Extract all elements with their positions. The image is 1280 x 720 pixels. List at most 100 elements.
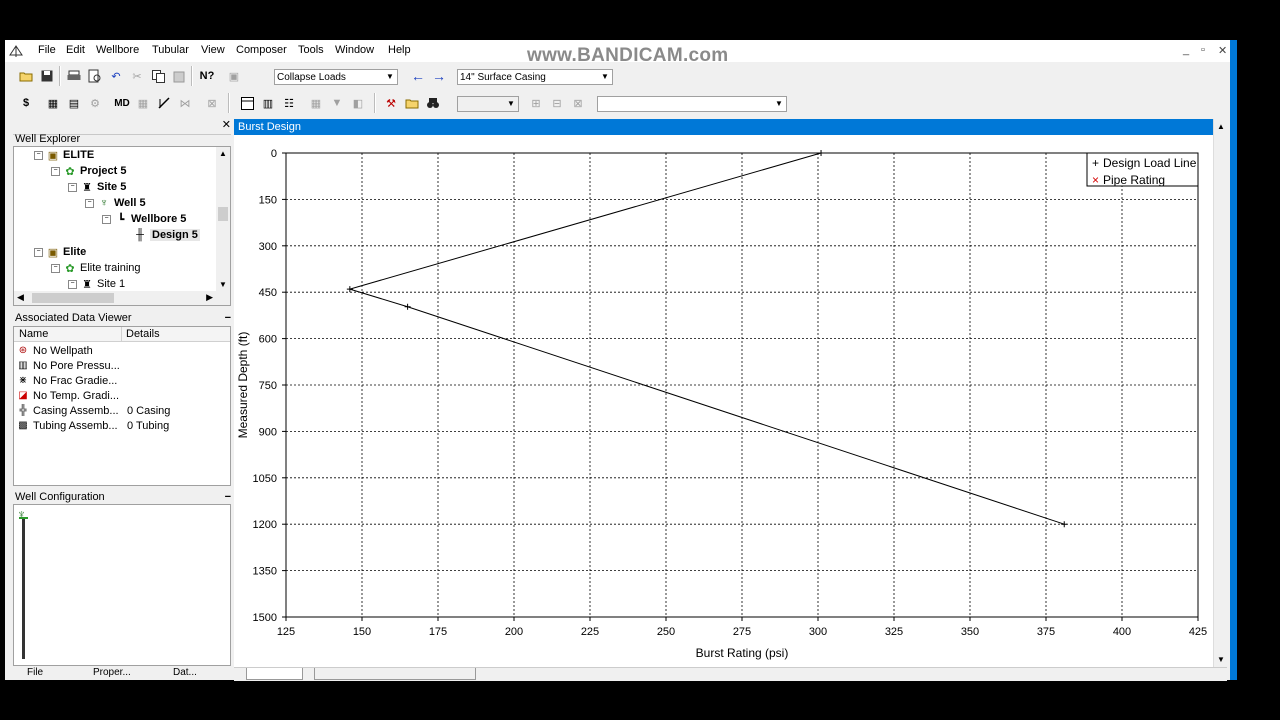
collapse-icon[interactable]: − bbox=[34, 247, 43, 257]
x-tick-label: 175 bbox=[429, 626, 447, 638]
minimize-button[interactable]: _ bbox=[1183, 44, 1189, 56]
paste-icon[interactable] bbox=[169, 66, 189, 86]
scroll-right-icon[interactable]: ▶ bbox=[206, 292, 213, 303]
close-icon[interactable]: ✕ bbox=[222, 118, 231, 131]
list-item[interactable]: ╬ Casing Assemb... 0 Casing bbox=[16, 403, 226, 418]
load-case-combo[interactable]: Collapse Loads ▼ bbox=[274, 69, 398, 85]
dollar-icon[interactable]: $ bbox=[16, 93, 36, 113]
menu-edit[interactable]: Edit bbox=[66, 44, 85, 56]
sheet-tab[interactable] bbox=[314, 668, 476, 680]
horizontal-scrollbar[interactable]: ◀ ▶ bbox=[14, 291, 230, 305]
collapse-icon[interactable]: − bbox=[34, 150, 43, 160]
delete-table-icon[interactable]: ⊠ bbox=[202, 93, 222, 113]
restore-button[interactable]: ▫ bbox=[1201, 44, 1205, 56]
menu-window[interactable]: Window bbox=[335, 44, 374, 56]
tree-item-well[interactable]: − ♆ Well 5 bbox=[85, 195, 146, 211]
tree-item-site-1[interactable]: − ♜ Site 1 bbox=[68, 276, 125, 292]
tool-icon[interactable]: ⚒ bbox=[381, 93, 401, 113]
list-item[interactable]: ▥ No Pore Pressu... bbox=[16, 358, 226, 373]
menu-file[interactable]: File bbox=[38, 44, 56, 56]
zoom-fit-icon[interactable]: ⊟ bbox=[547, 93, 567, 113]
columns-icon[interactable]: ▥ bbox=[258, 93, 278, 113]
menu-composer[interactable]: Composer bbox=[236, 44, 287, 56]
minimize-panel-icon[interactable]: − bbox=[225, 311, 231, 325]
column-details-header[interactable]: Details bbox=[126, 328, 160, 340]
grid-disabled-icon[interactable]: ▦ bbox=[306, 93, 326, 113]
arrow-right-icon[interactable]: → bbox=[429, 66, 449, 86]
tab-file[interactable]: File bbox=[27, 667, 43, 678]
binoculars-icon[interactable] bbox=[423, 93, 443, 113]
column-divider[interactable] bbox=[121, 327, 122, 341]
tree-item-design[interactable]: ╫ Design 5 bbox=[134, 227, 200, 243]
tree-item-elite-company[interactable]: − ▣ Elite bbox=[34, 244, 86, 260]
list-item[interactable]: ◪ No Temp. Gradi... bbox=[16, 388, 226, 403]
scroll-thumb[interactable] bbox=[218, 207, 228, 221]
vertical-scrollbar[interactable]: ▲ ▼ bbox=[216, 147, 230, 291]
list-icon[interactable]: ☷ bbox=[279, 93, 299, 113]
window-tile-icon[interactable]: ▣ bbox=[224, 66, 244, 86]
scroll-left-icon[interactable]: ◀ bbox=[17, 292, 24, 303]
arrow-left-icon[interactable]: ← bbox=[408, 66, 428, 86]
tree-item-site[interactable]: − ♜ Site 5 bbox=[68, 179, 126, 195]
list-item[interactable]: ⊛ No Wellpath bbox=[16, 343, 226, 358]
scroll-down-icon[interactable]: ▼ bbox=[219, 280, 227, 289]
open-icon[interactable] bbox=[16, 66, 36, 86]
layers-icon[interactable]: ◧ bbox=[348, 93, 368, 113]
casing-combo[interactable]: 14" Surface Casing ▼ bbox=[457, 69, 613, 85]
collapse-icon[interactable]: − bbox=[51, 166, 60, 176]
tree-item-wellbore[interactable]: − ┗ Wellbore 5 bbox=[102, 211, 186, 227]
tree-item-project[interactable]: − ✿ Project 5 bbox=[51, 163, 126, 179]
filter-icon[interactable]: ▼ bbox=[327, 93, 347, 113]
page-icon[interactable] bbox=[237, 93, 257, 113]
slash-chart-icon[interactable] bbox=[154, 93, 174, 113]
folder-icon[interactable] bbox=[402, 93, 422, 113]
collapse-icon[interactable]: − bbox=[68, 182, 77, 192]
plot-vertical-scrollbar[interactable]: ▲ ▼ bbox=[1213, 119, 1228, 667]
table-gray-icon[interactable]: ▦ bbox=[133, 93, 153, 113]
data-viewer-title: Associated Data Viewer − bbox=[12, 311, 233, 325]
scroll-up-icon[interactable]: ▲ bbox=[1217, 122, 1225, 131]
menu-help[interactable]: Help bbox=[388, 44, 411, 56]
collapse-icon[interactable]: − bbox=[51, 263, 60, 273]
print-preview-icon[interactable] bbox=[85, 66, 105, 86]
tab-properties[interactable]: Proper... bbox=[93, 667, 131, 678]
split-icon[interactable]: ⋈ bbox=[175, 93, 195, 113]
tab-data[interactable]: Dat... bbox=[173, 667, 197, 678]
column-name-header[interactable]: Name bbox=[19, 328, 48, 340]
copy-icon[interactable] bbox=[148, 66, 168, 86]
menu-view[interactable]: View bbox=[201, 44, 225, 56]
scroll-up-icon[interactable]: ▲ bbox=[219, 149, 227, 158]
collapse-icon[interactable]: − bbox=[85, 198, 94, 208]
context-help-icon[interactable]: N? bbox=[197, 66, 217, 86]
cut-icon[interactable]: ✂ bbox=[127, 66, 147, 86]
undo-icon[interactable]: ↶ bbox=[106, 66, 126, 86]
menu-tubular[interactable]: Tubular bbox=[152, 44, 189, 56]
collapse-icon[interactable]: − bbox=[102, 214, 111, 224]
toolbar-secondary: $ ▦ ▤ ⚙ MD ▦ ⋈ ⊠ ▥ ☷ ▦ ▼ ◧ ⚒ ▼ ⊞ ⊟ ⊠ ▼ bbox=[5, 90, 1230, 116]
scroll-thumb[interactable] bbox=[32, 293, 114, 303]
table-icon[interactable]: ▦ bbox=[43, 93, 63, 113]
list-item[interactable]: ⋇ No Frac Gradie... bbox=[16, 373, 226, 388]
md-icon[interactable]: MD bbox=[112, 93, 132, 113]
grid-icon[interactable]: ▤ bbox=[64, 93, 84, 113]
settings-icon[interactable]: ⚙ bbox=[85, 93, 105, 113]
tree-item-elite[interactable]: − ▣ ELITE bbox=[34, 147, 94, 163]
minimize-panel-icon[interactable]: − bbox=[225, 490, 231, 504]
tree-item-elite-training[interactable]: − ✿ Elite training bbox=[51, 260, 141, 276]
disabled-combo[interactable]: ▼ bbox=[457, 96, 519, 112]
load-case-value: Collapse Loads bbox=[277, 72, 346, 83]
app-icon[interactable] bbox=[8, 43, 24, 59]
menu-tools[interactable]: Tools bbox=[298, 44, 324, 56]
list-item[interactable]: ▩ Tubing Assemb... 0 Tubing bbox=[16, 418, 226, 433]
print-icon[interactable] bbox=[64, 66, 84, 86]
sheet-tab[interactable] bbox=[246, 668, 303, 680]
zoom-reset-icon[interactable]: ⊠ bbox=[568, 93, 588, 113]
close-button[interactable]: ✕ bbox=[1218, 44, 1227, 57]
empty-combo[interactable]: ▼ bbox=[597, 96, 787, 112]
wellbore-marker bbox=[19, 517, 28, 519]
menu-wellbore[interactable]: Wellbore bbox=[96, 44, 139, 56]
save-icon[interactable] bbox=[37, 66, 57, 86]
scroll-down-icon[interactable]: ▼ bbox=[1217, 655, 1225, 664]
collapse-icon[interactable]: − bbox=[68, 279, 77, 289]
zoom-icon[interactable]: ⊞ bbox=[526, 93, 546, 113]
